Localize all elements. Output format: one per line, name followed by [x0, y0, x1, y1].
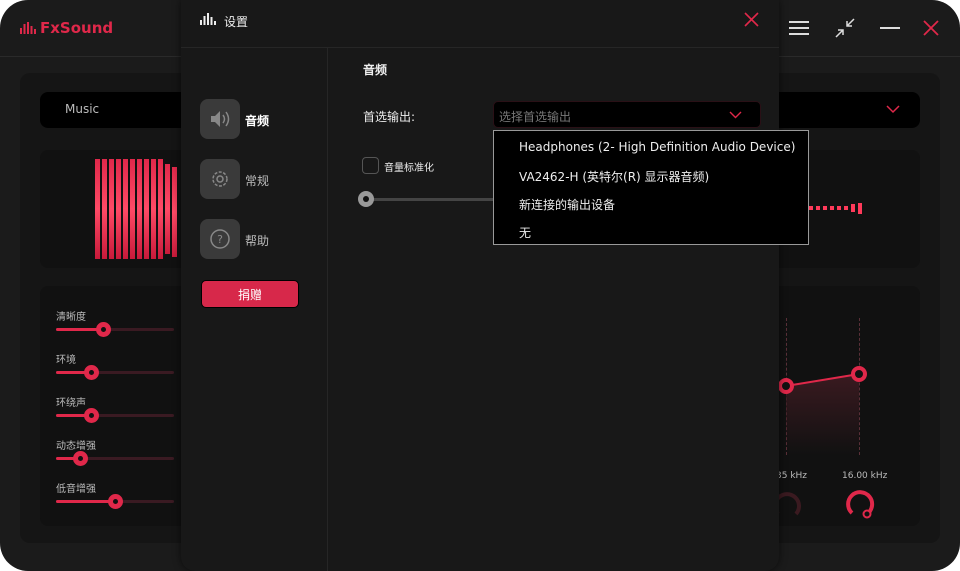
output-option[interactable]: 无: [519, 224, 531, 241]
effect-slider-handle[interactable]: [72, 451, 88, 466]
effect-slider[interactable]: [56, 451, 174, 466]
menu-icon[interactable]: [789, 20, 809, 36]
shrink-icon[interactable]: [835, 18, 855, 38]
output-option[interactable]: VA2462-H (英特尔(R) 显示器音频): [519, 168, 709, 185]
dialog-title-divider: [181, 47, 779, 48]
preset-name: Music: [65, 102, 100, 116]
normalize-slider-handle[interactable]: [358, 191, 374, 207]
visualizer-bar: [102, 159, 107, 259]
fxsound-window: FxSound Music 清晰度环境环绕声动态增强低音增强 35 kHz 16…: [0, 0, 960, 571]
settings-bars-icon: [200, 13, 216, 25]
nav-help-label[interactable]: 帮助: [245, 232, 269, 249]
visualizer-bar: [165, 164, 170, 254]
visualizer-bar: [844, 206, 848, 210]
visualizer-bar: [151, 159, 156, 259]
eq-frequency-label: 16.00 kHz: [842, 471, 888, 481]
output-option[interactable]: Headphones (2- High Definition Audio Dev…: [519, 140, 795, 154]
visualizer-bar: [109, 159, 114, 259]
visualizer-bar: [123, 159, 128, 259]
normalize-slider-track[interactable]: [366, 198, 494, 201]
effect-slider[interactable]: [56, 322, 174, 337]
output-label: 首选输出:: [363, 110, 416, 124]
normalize-label: 音量标准化: [384, 163, 434, 174]
close-icon[interactable]: [923, 20, 939, 36]
effect-label: 环绕声: [56, 398, 86, 409]
effect-label: 低音增强: [56, 484, 96, 495]
visualizer-bar: [830, 206, 834, 210]
effect-label: 清晰度: [56, 312, 86, 323]
chevron-down-icon: [729, 111, 742, 119]
nav-help-button[interactable]: ?: [200, 219, 240, 259]
donate-button[interactable]: 捐赠: [201, 280, 299, 308]
app-name: FxSound: [40, 19, 114, 37]
effect-label: 动态增强: [56, 441, 96, 452]
visualizer-bar: [95, 159, 100, 259]
nav-audio-button[interactable]: [200, 99, 240, 139]
app-logo: FxSound: [20, 19, 113, 37]
output-placeholder: 选择首选输出: [499, 110, 572, 124]
visualizer-bar: [823, 206, 827, 210]
visualizer-bar: [858, 202, 862, 214]
eq-curve: [770, 366, 867, 455]
nav-general-button[interactable]: [200, 159, 240, 199]
effect-slider[interactable]: [56, 408, 174, 423]
visualizer-bar: [158, 159, 163, 259]
dialog-nav-divider: [327, 48, 328, 571]
minimize-icon[interactable]: [880, 20, 900, 36]
eq-gain-knob[interactable]: [843, 486, 877, 520]
effect-label: 环境: [56, 355, 76, 366]
dialog-close-icon[interactable]: [744, 12, 759, 27]
visualizer-bar: [137, 159, 142, 259]
eq-point[interactable]: [778, 378, 794, 394]
effect-slider[interactable]: [56, 494, 174, 509]
nav-general-label[interactable]: 常规: [245, 172, 269, 189]
help-icon: ?: [210, 229, 230, 249]
visualizer-bar: [130, 159, 135, 259]
output-dropdown[interactable]: 选择首选输出: [493, 101, 761, 128]
output-option[interactable]: 新连接的输出设备: [519, 196, 615, 213]
logo-bars-icon: [20, 22, 36, 34]
dialog-title: 设置: [224, 15, 249, 29]
visualizer-bar: [809, 206, 813, 210]
speaker-icon: [211, 111, 230, 127]
visualizer-bar: [144, 159, 149, 259]
visualizer-bar: [851, 204, 855, 212]
section-heading: 音频: [363, 63, 388, 77]
effect-slider-handle[interactable]: [108, 494, 123, 509]
svg-text:?: ?: [217, 233, 223, 246]
normalize-checkbox[interactable]: [362, 157, 379, 174]
nav-audio-label[interactable]: 音频: [245, 112, 269, 129]
chevron-down-icon: [886, 105, 900, 114]
effect-slider-fill: [56, 500, 115, 503]
effect-slider[interactable]: [56, 365, 174, 380]
eq-frequency-label: 35 kHz: [776, 471, 808, 481]
output-options-list: Headphones (2- High Definition Audio Dev…: [493, 130, 809, 245]
visualizer-bar: [116, 159, 121, 259]
gear-icon: [212, 171, 228, 187]
visualizer-bar: [816, 206, 820, 210]
visualizer-bar: [837, 206, 841, 210]
visualizer-bar: [172, 167, 177, 257]
eq-point[interactable]: [851, 366, 867, 382]
